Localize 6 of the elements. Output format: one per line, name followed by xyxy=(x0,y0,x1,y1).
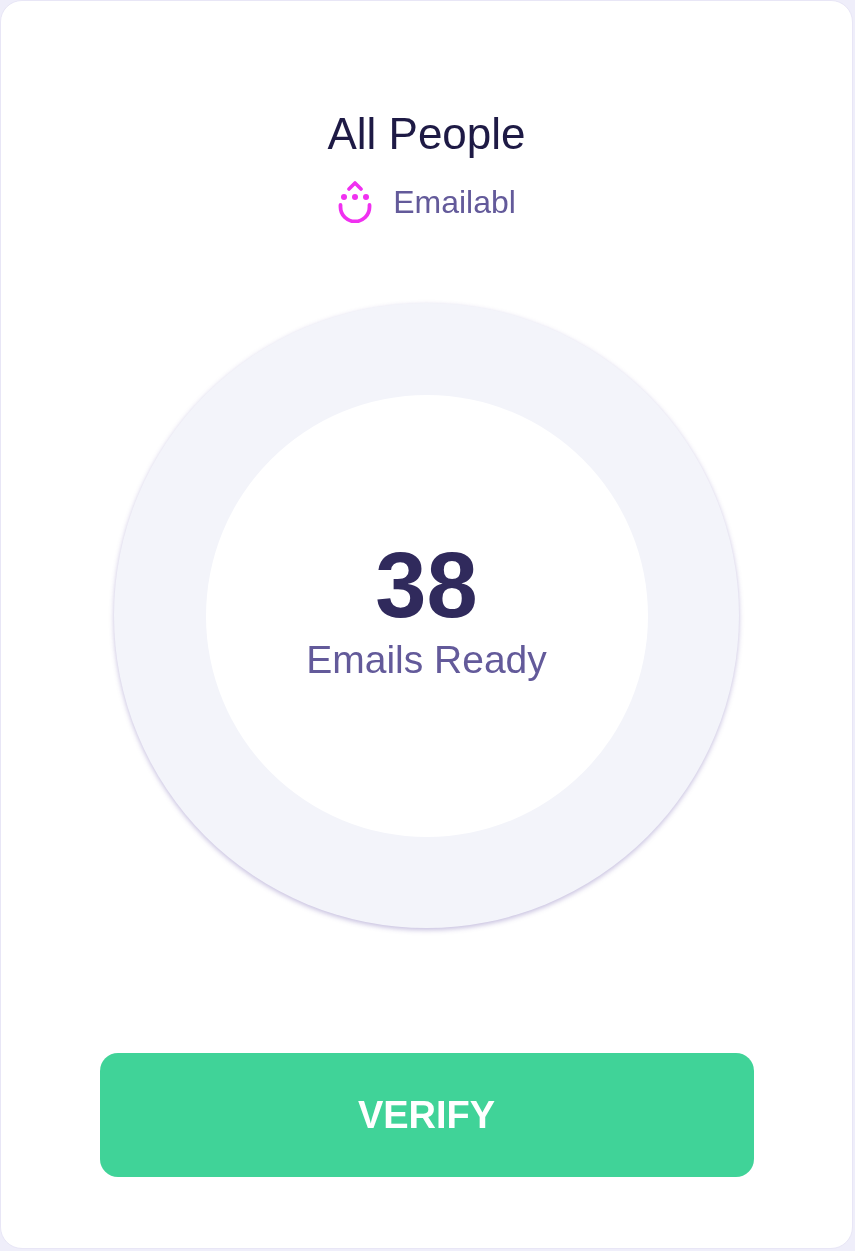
smiley-drop-icon xyxy=(337,181,374,223)
verify-button[interactable]: VERIFY xyxy=(99,1053,754,1177)
count-caption: Emails Ready xyxy=(306,636,547,683)
source-label: Emailabl xyxy=(393,183,516,221)
email-count: 38 xyxy=(375,534,478,635)
page-title: All People xyxy=(327,109,526,159)
